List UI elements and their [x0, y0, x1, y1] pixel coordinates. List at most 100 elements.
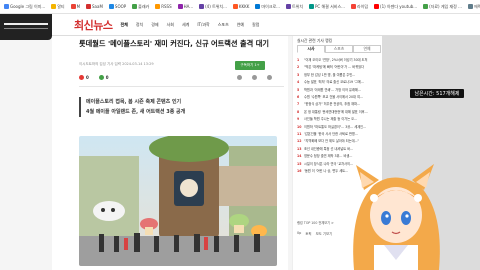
nav-item[interactable]: 연예	[237, 22, 244, 28]
ranking-item[interactable]: 5 학원과 '이태원 연쇄'... 가방 이어 유래해...	[297, 87, 381, 94]
bookmark-favicon-icon	[177, 4, 183, 9]
bookmark-item[interactable]: 트위치	[284, 4, 305, 10]
bookmark-item[interactable]: HA...	[176, 4, 196, 9]
ranking-item[interactable]: 11 '감온인물 '한국 사사 단한 사퇴로 판명...	[297, 131, 381, 138]
bookmark-favicon-icon	[108, 4, 114, 9]
bookmark-label: 알티	[57, 3, 65, 9]
bookmark-item[interactable]: KKKK	[231, 4, 252, 9]
bookmark-favicon-icon	[4, 4, 9, 9]
ranking-item[interactable]: 9 사인들 학원 주니는 제출 등 이가는 오...	[297, 116, 381, 123]
rank-number: 12	[297, 139, 302, 144]
ranking-item[interactable]: 1 "이재 오이오 '연방', 2%서버 이성기 30대 도처	[297, 57, 381, 64]
nav-item[interactable]: IT/과학	[197, 22, 209, 28]
bookmark-item[interactable]: 알티	[49, 4, 66, 10]
comment-counter[interactable]: 0	[98, 75, 109, 80]
bookmark-item[interactable]: (4) 트위치...	[197, 4, 229, 10]
rank-number: 13	[297, 146, 302, 151]
article-summary: 메이플스토리 접목, 봄 시즌 축제 콘텐츠 인기 4월 메이플 아일랜드 존,…	[79, 97, 264, 117]
ranking-item[interactable]: 12 "지역화폐 보다 안 제도 살아야 되는데..."	[297, 138, 381, 145]
bookmark-item[interactable]: RSSS	[153, 4, 173, 9]
bookmark-item[interactable]: M	[69, 4, 82, 9]
bookmark-favicon-icon	[423, 4, 429, 9]
bookmark-favicon-icon	[70, 4, 76, 9]
footer-item[interactable]: 0p	[297, 231, 301, 236]
bookmark-favicon-icon	[350, 4, 356, 9]
comment-icon	[98, 75, 104, 80]
rank-title: "박은 '마케팅'에 빠져 '어린이'가 ... 바뀌었다	[304, 65, 364, 70]
rank-number: 14	[297, 154, 302, 159]
bookmark-item[interactable]: (1) 아젠다 youtub...	[372, 4, 419, 10]
bookmark-item[interactable]: (자료) 게임 재정 ...	[421, 4, 464, 10]
bookmark-favicon-icon	[309, 4, 315, 9]
share-button[interactable]	[236, 75, 242, 80]
nav-item[interactable]: 스포츠	[218, 22, 229, 28]
article-reactions: 0 0	[79, 75, 272, 80]
rank-title: 수원 '수원쪽' 모교 건물 사이에서 20대 여...	[304, 95, 363, 100]
tab-sports[interactable]: 스포츠	[325, 45, 353, 53]
bookmark-label: 트위치	[291, 3, 304, 9]
bookmark-item[interactable]: SaaM	[84, 4, 105, 9]
nav-item[interactable]: 전체	[120, 22, 127, 28]
nav-item[interactable]: 칼럼	[252, 22, 259, 28]
rank-number: 8	[297, 109, 300, 114]
ranking-item[interactable]: 10 이원하 "마트통도 하실경이"... 3공... 세계인...	[297, 124, 381, 131]
bookmark-item[interactable]: 에펙트 토 모빌 ...	[466, 4, 480, 10]
article: 롯데월드 '메이플스토리' 재미 커진다, 신규 어트랙션 출격 대기 이시도트…	[52, 36, 288, 270]
tab-entertainment[interactable]: 연예	[353, 45, 381, 53]
nav-item[interactable]: 정치	[136, 22, 143, 28]
ranking-item[interactable]: 8 온 정 대통령 '문세연대현현'에 대해 발표 이후...	[297, 109, 381, 116]
bookmark-favicon-icon	[374, 4, 380, 9]
bookmark-label: 라이덤	[356, 3, 369, 9]
article-photo[interactable]	[79, 136, 277, 266]
ranking-item[interactable]: 6 수원 '수원쪽' 모교 건물 사이에서 20대 여...	[297, 94, 381, 101]
vtuber-avatar	[353, 164, 440, 270]
print-button[interactable]	[266, 75, 272, 80]
like-counter[interactable]: 0	[79, 75, 89, 80]
footer-item[interactable]: 보도 기보기	[316, 231, 333, 236]
bookmark-label: Google 그림 이미...	[10, 3, 46, 9]
audio-waveform	[4, 23, 48, 25]
nav-item[interactable]: 사회	[167, 22, 174, 28]
bookmark-label: 플래카	[138, 3, 150, 9]
rank-title: '감온인물 '한국 사사 단한 사퇴로 판명...	[304, 132, 358, 137]
rank-number: 5	[297, 87, 300, 92]
main-nav: 전체 정치 경제 사회 세계 IT/과학 스포츠 연예 칼럼	[120, 22, 267, 28]
bookmark-item[interactable]: SOOP	[107, 4, 128, 9]
bookmark-favicon-icon	[132, 4, 138, 9]
rank-title: 학원과 '이태원 연쇄'... 가방 이어 유래해...	[304, 87, 361, 92]
bookmark-item[interactable]: Google 그림 이미...	[2, 4, 47, 10]
bookmark-favicon-icon	[232, 4, 238, 9]
bookmark-button[interactable]	[251, 75, 257, 80]
rank-number: 16	[297, 169, 302, 174]
footer-item[interactable]: 토픽	[305, 231, 311, 236]
tab-politics[interactable]: 시사	[297, 45, 325, 53]
ranking-item[interactable]: 2 "박은 '마케팅'에 빠져 '어린이'가 ... 바뀌었다	[297, 64, 381, 71]
bookmark-label: PC 해결 서비스...	[315, 3, 345, 9]
bookmark-item[interactable]: PC 해결 서비스...	[307, 4, 347, 10]
ranking-item[interactable]: 7 "한정식 삼가" 허우준 전공의, 추첨 재파...	[297, 101, 381, 108]
rank-title: 정부 한 감성 1만 명, 올 여름은 주민...	[304, 72, 356, 77]
ranking-item[interactable]: 4 수능 발표 '최저' 의료 출신 코로나19 '그에...	[297, 79, 381, 86]
bookmark-label: SOOP	[114, 4, 127, 9]
ranking-item[interactable]: 3 정부 한 감성 1만 명, 올 여름은 주민...	[297, 72, 381, 79]
rank-number: 4	[297, 80, 300, 85]
share-icon	[236, 75, 242, 80]
bookmark-favicon-icon	[155, 4, 161, 9]
bookmark-label: (자료) 게임 재정 ...	[429, 3, 462, 9]
bookmark-item[interactable]: 플래카	[130, 4, 151, 10]
rank-number: 6	[297, 95, 300, 100]
bookmark-item[interactable]: 마이크로...	[253, 4, 282, 10]
nav-item[interactable]: 세계	[182, 22, 189, 28]
bookmark-label: (1) 아젠다 youtub...	[380, 3, 418, 9]
nav-item[interactable]: 경제	[151, 22, 158, 28]
site-logo[interactable]: 최신뉴스	[74, 17, 113, 33]
sidebar-title: 실시간 관련 기사 랭킹	[297, 38, 333, 43]
rank-number: 7	[297, 102, 300, 107]
bookmark-favicon-icon	[86, 4, 92, 9]
bookmark-item[interactable]: 라이덤	[349, 4, 370, 10]
subscribe-button[interactable]: 구독하기 1+	[235, 61, 265, 70]
print-icon	[266, 75, 272, 80]
bookmark-label: RSSS	[161, 4, 172, 9]
ranking-tabs: 시사 스포츠 연예	[297, 45, 381, 53]
rank-title: 이원하 "마트통도 하실경이"... 3공... 세계인...	[304, 124, 367, 129]
